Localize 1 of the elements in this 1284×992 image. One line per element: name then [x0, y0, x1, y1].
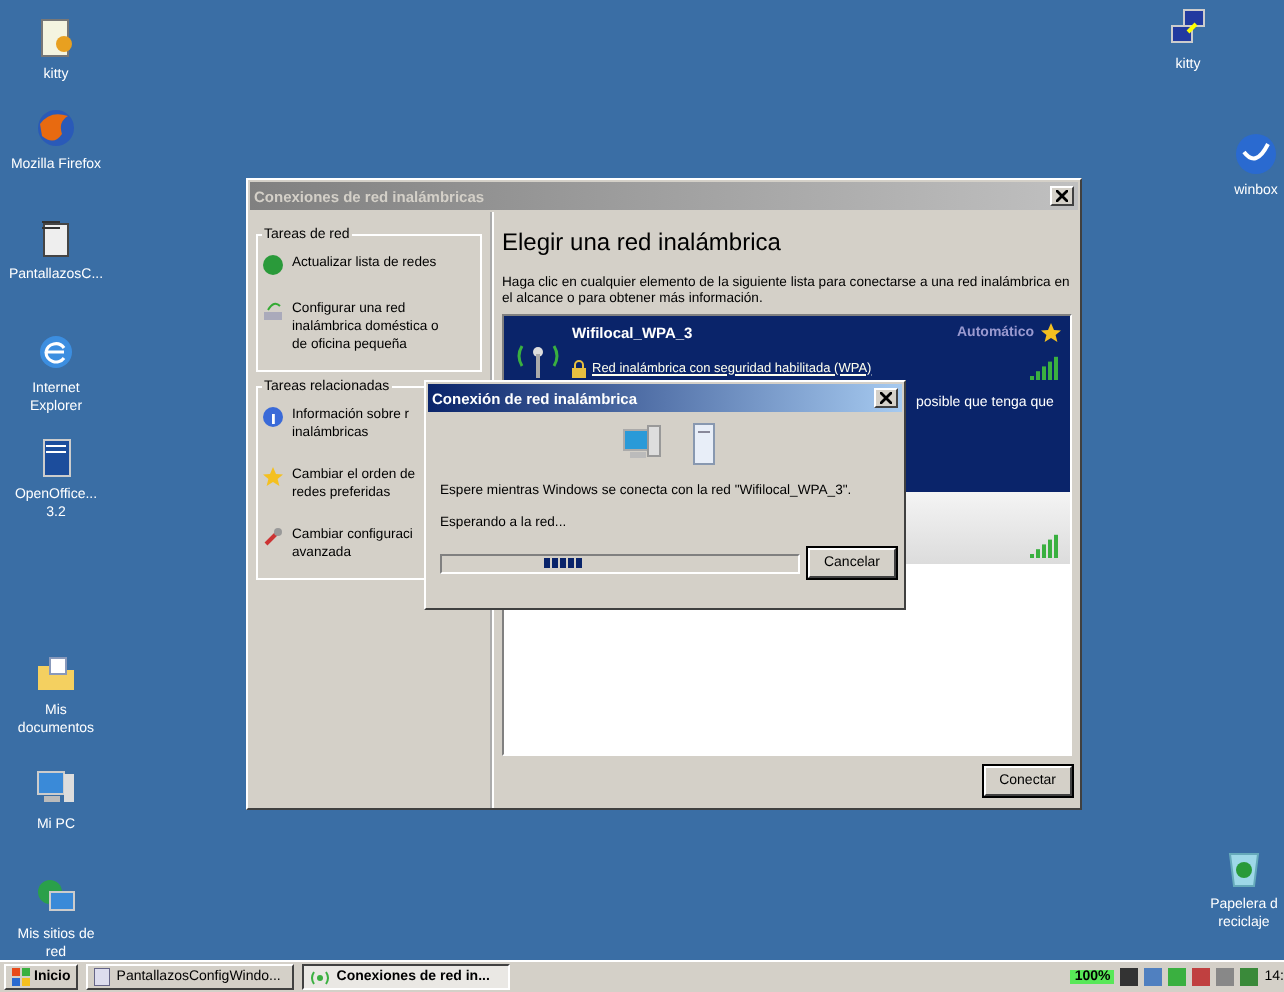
- heading: Elegir una red inalámbrica: [502, 228, 783, 256]
